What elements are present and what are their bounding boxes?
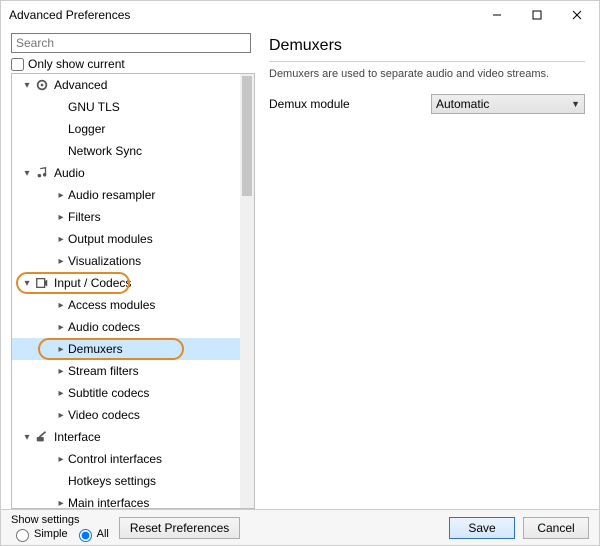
tree-scrollbar[interactable] [240, 74, 254, 508]
tree-item-interface[interactable]: ▾ Interface [12, 426, 240, 448]
chevron-down-icon: ▾ [20, 168, 34, 179]
chevron-right-icon: ▸ [54, 498, 68, 509]
tree-item-network-sync[interactable]: Network Sync [12, 140, 240, 162]
tree-label: Audio resampler [68, 188, 155, 202]
tree-item-audio-codecs[interactable]: ▸Audio codecs [12, 316, 240, 338]
tree-item-demuxers[interactable]: ▸Demuxers [12, 338, 240, 360]
divider [269, 61, 585, 62]
tree-item-visualizations[interactable]: ▸Visualizations [12, 250, 240, 272]
chevron-right-icon: ▸ [54, 344, 68, 355]
chevron-right-icon: ▸ [54, 388, 68, 399]
panel-heading: Demuxers [269, 37, 585, 55]
codec-icon [34, 275, 50, 291]
chevron-right-icon: ▸ [54, 190, 68, 201]
tree-item-audio[interactable]: ▾ Audio [12, 162, 240, 184]
chevron-right-icon: ▸ [54, 234, 68, 245]
chevron-right-icon: ▸ [54, 454, 68, 465]
maximize-button[interactable] [517, 1, 557, 29]
tree-label: Audio codecs [68, 320, 140, 334]
chevron-right-icon: ▸ [54, 322, 68, 333]
demux-module-row: Demux module Automatic ▼ [269, 94, 585, 114]
tree-item-access-modules[interactable]: ▸Access modules [12, 294, 240, 316]
minimize-button[interactable] [477, 1, 517, 29]
radio-all-label: All [97, 528, 109, 540]
radio-simple-label: Simple [34, 528, 68, 540]
reset-preferences-button[interactable]: Reset Preferences [119, 517, 240, 539]
footer: Show settings Simple All Reset Preferenc… [1, 509, 599, 545]
search-input[interactable] [11, 33, 251, 53]
tree-item-subtitle-codecs[interactable]: ▸Subtitle codecs [12, 382, 240, 404]
tree-item-video-codecs[interactable]: ▸Video codecs [12, 404, 240, 426]
tree-label: Visualizations [68, 254, 141, 268]
only-show-current[interactable]: Only show current [11, 57, 255, 71]
tree-label: Access modules [68, 298, 155, 312]
chevron-down-icon: ▾ [20, 278, 34, 289]
panel-description: Demuxers are used to separate audio and … [269, 68, 585, 80]
demux-module-label: Demux module [269, 97, 419, 111]
window-title: Advanced Preferences [9, 8, 477, 22]
right-panel: Demuxers Demuxers are used to separate a… [259, 29, 599, 509]
chevron-right-icon: ▸ [54, 366, 68, 377]
tree-label: Hotkeys settings [68, 474, 156, 488]
chevron-right-icon: ▸ [54, 300, 68, 311]
tree-item-main-interfaces[interactable]: ▸Main interfaces [12, 492, 240, 508]
demux-module-dropdown[interactable]: Automatic ▼ [431, 94, 585, 114]
chevron-right-icon: ▸ [54, 410, 68, 421]
only-show-current-label: Only show current [28, 57, 125, 71]
only-show-current-checkbox[interactable] [11, 58, 24, 71]
tree-label: Input / Codecs [54, 276, 131, 290]
tree-label: Demuxers [68, 342, 123, 356]
show-settings-group: Show settings Simple All [11, 514, 109, 542]
chevron-down-icon: ▼ [571, 99, 580, 109]
radio-all[interactable]: All [74, 526, 109, 542]
music-note-icon [34, 165, 50, 181]
tree-label: Audio [54, 166, 85, 180]
save-button[interactable]: Save [449, 517, 515, 539]
radio-all-input[interactable] [79, 529, 92, 542]
content-area: Only show current ▾ Advanced GNU TLS Log… [1, 29, 599, 509]
tree-item-logger[interactable]: Logger [12, 118, 240, 140]
chevron-right-icon: ▸ [54, 256, 68, 267]
tree-item-output-modules[interactable]: ▸Output modules [12, 228, 240, 250]
tree-label: Main interfaces [68, 496, 149, 508]
show-settings-label: Show settings [11, 514, 109, 526]
tree-item-hotkeys-settings[interactable]: Hotkeys settings [12, 470, 240, 492]
tree-item-audio-resampler[interactable]: ▸Audio resampler [12, 184, 240, 206]
radio-simple-input[interactable] [16, 529, 29, 542]
close-button[interactable] [557, 1, 597, 29]
dropdown-value: Automatic [436, 97, 489, 111]
tree: ▾ Advanced GNU TLS Logger Network Sync ▾… [12, 74, 240, 508]
tree-label: Logger [68, 122, 105, 136]
tree-wrap: ▾ Advanced GNU TLS Logger Network Sync ▾… [11, 73, 255, 509]
chevron-down-icon: ▾ [20, 80, 34, 91]
tree-label: GNU TLS [68, 100, 120, 114]
scrollbar-thumb[interactable] [242, 76, 252, 196]
brush-icon [34, 429, 50, 445]
tree-label: Filters [68, 210, 101, 224]
tree-label: Output modules [68, 232, 153, 246]
tree-item-gnu-tls[interactable]: GNU TLS [12, 96, 240, 118]
tree-label: Stream filters [68, 364, 139, 378]
tree-label: Video codecs [68, 408, 140, 422]
chevron-right-icon: ▸ [54, 212, 68, 223]
tree-label: Interface [54, 430, 101, 444]
left-panel: Only show current ▾ Advanced GNU TLS Log… [1, 29, 259, 509]
tree-item-input-codecs[interactable]: ▾ Input / Codecs [12, 272, 240, 294]
tree-label: Advanced [54, 78, 107, 92]
gear-icon [34, 77, 50, 93]
radio-simple[interactable]: Simple [11, 526, 68, 542]
tree-label: Subtitle codecs [68, 386, 149, 400]
tree-item-filters[interactable]: ▸Filters [12, 206, 240, 228]
titlebar: Advanced Preferences [1, 1, 599, 29]
tree-item-stream-filters[interactable]: ▸Stream filters [12, 360, 240, 382]
tree-item-control-interfaces[interactable]: ▸Control interfaces [12, 448, 240, 470]
chevron-down-icon: ▾ [20, 432, 34, 443]
cancel-button[interactable]: Cancel [523, 517, 589, 539]
tree-label: Control interfaces [68, 452, 162, 466]
tree-label: Network Sync [68, 144, 142, 158]
tree-item-advanced[interactable]: ▾ Advanced [12, 74, 240, 96]
